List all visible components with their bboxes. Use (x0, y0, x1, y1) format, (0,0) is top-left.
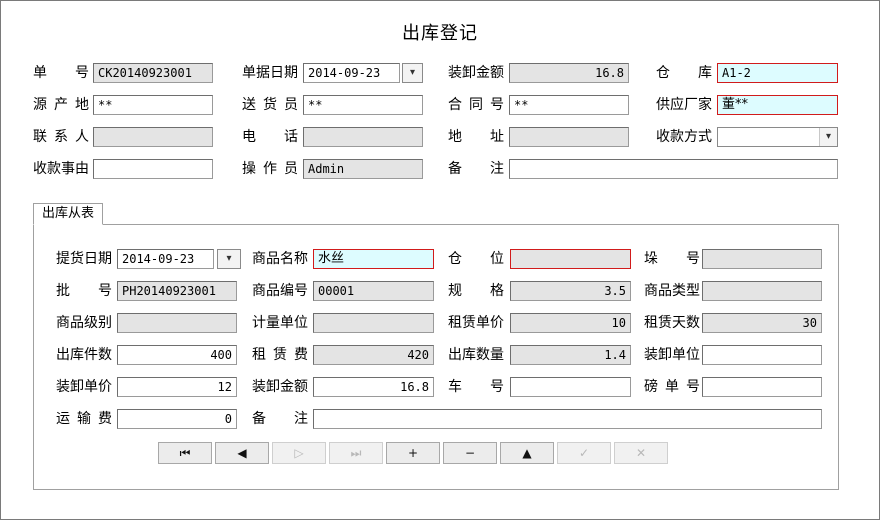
rent-days-label: 租赁天数 (644, 313, 700, 333)
phone-field[interactable] (303, 127, 423, 147)
edit-record-icon: ▲ (522, 446, 531, 460)
rent-fee-field[interactable]: 420 (313, 345, 434, 365)
pickup-date-field[interactable]: 2014-09-23 (117, 249, 214, 269)
chevron-down-icon: ▾ (819, 128, 837, 146)
load-amount-label: 装卸金额 (448, 63, 504, 83)
rent-fee-label: 租赁费 (252, 345, 308, 365)
spec-field[interactable]: 3.5 (510, 281, 631, 301)
deliverer-field[interactable]: ** (303, 95, 423, 115)
product-code-label: 商品编号 (252, 281, 308, 301)
order-no-field[interactable]: CK20140923001 (93, 63, 213, 83)
product-type-field[interactable] (702, 281, 822, 301)
product-grade-field[interactable] (117, 313, 237, 333)
chevron-down-icon: ▾ (218, 250, 240, 268)
pickup-date-label: 提货日期 (56, 249, 112, 269)
prev-record-button[interactable]: ◀ (215, 442, 269, 464)
contract-no-label: 合同号 (448, 95, 504, 115)
product-grade-label: 商品级别 (56, 313, 112, 333)
unit-label: 计量单位 (252, 313, 308, 333)
contact-field[interactable] (93, 127, 213, 147)
product-name-label: 商品名称 (252, 249, 308, 269)
operator-field[interactable]: Admin (303, 159, 423, 179)
location-field[interactable] (510, 249, 631, 269)
rent-price-label: 租赁单价 (448, 313, 504, 333)
first-record-button[interactable]: ⏮ (158, 442, 212, 464)
weigh-no-label: 磅单号 (644, 377, 700, 397)
detail-remark-field[interactable] (313, 409, 822, 429)
form-title: 出库登记 (0, 19, 880, 45)
add-record-button[interactable]: + (386, 442, 440, 464)
add-record-icon: + (408, 446, 418, 460)
location-label: 仓位 (448, 249, 504, 269)
contract-no-field[interactable]: ** (509, 95, 629, 115)
rent-price-field[interactable]: 10 (510, 313, 631, 333)
payment-method-label: 收款方式 (656, 127, 712, 147)
doc-date-dropdown[interactable]: ▾ (402, 63, 423, 83)
out-pieces-label: 出库件数 (56, 345, 112, 365)
stack-no-label: 垛号 (644, 249, 700, 269)
cancel-record-button[interactable]: ✕ (614, 442, 668, 464)
contact-label: 联系人 (33, 127, 89, 147)
stack-no-field[interactable] (702, 249, 822, 269)
remark-label: 备注 (448, 159, 504, 179)
payment-method-select[interactable]: ▾ (717, 127, 838, 147)
load-unit-field[interactable] (702, 345, 822, 365)
origin-field[interactable]: ** (93, 95, 213, 115)
supplier-field[interactable]: 董** (717, 95, 838, 115)
delete-record-icon: − (465, 446, 475, 460)
last-record-button[interactable]: ⏭ (329, 442, 383, 464)
out-qty-field[interactable]: 1.4 (510, 345, 631, 365)
doc-date-label: 单据日期 (242, 63, 298, 83)
weigh-no-field[interactable] (702, 377, 822, 397)
address-field[interactable] (509, 127, 629, 147)
delete-record-button[interactable]: − (443, 442, 497, 464)
warehouse-label: 仓库 (656, 63, 712, 83)
post-record-icon: ✓ (579, 446, 589, 460)
supplier-label: 供应厂家 (656, 95, 712, 115)
doc-date-field[interactable]: 2014-09-23 (303, 63, 400, 83)
detail-load-amount-label: 装卸金额 (252, 377, 308, 397)
product-code-field[interactable]: 00001 (313, 281, 434, 301)
remark-field[interactable] (509, 159, 838, 179)
post-record-button[interactable]: ✓ (557, 442, 611, 464)
address-label: 地址 (448, 127, 504, 147)
product-type-label: 商品类型 (644, 281, 700, 301)
pickup-date-dropdown[interactable]: ▾ (217, 249, 241, 269)
operator-label: 操作员 (242, 159, 298, 179)
load-amount-field[interactable]: 16.8 (509, 63, 629, 83)
product-name-field[interactable]: 水丝 (313, 249, 434, 269)
out-pieces-field[interactable]: 400 (117, 345, 237, 365)
out-qty-label: 出库数量 (448, 345, 504, 365)
payment-reason-label: 收款事由 (33, 159, 89, 179)
batch-no-label: 批号 (56, 281, 112, 301)
deliverer-label: 送货员 (242, 95, 298, 115)
next-record-button[interactable]: ▷ (272, 442, 326, 464)
payment-reason-field[interactable] (93, 159, 213, 179)
last-record-icon: ⏭ (351, 446, 362, 460)
spec-label: 规格 (448, 281, 504, 301)
chevron-down-icon: ▾ (403, 64, 422, 82)
tab-detail[interactable]: 出库从表 (33, 203, 103, 225)
vehicle-no-field[interactable] (510, 377, 631, 397)
detail-remark-label: 备注 (252, 409, 308, 429)
phone-label: 电话 (242, 127, 298, 147)
order-no-label: 单号 (33, 63, 89, 83)
first-record-icon: ⏮ (180, 446, 191, 460)
edit-record-button[interactable]: ▲ (500, 442, 554, 464)
rent-days-field[interactable]: 30 (702, 313, 822, 333)
vehicle-no-label: 车号 (448, 377, 504, 397)
freight-label: 运输费 (56, 409, 112, 429)
unit-field[interactable] (313, 313, 434, 333)
batch-no-field[interactable]: PH20140923001 (117, 281, 237, 301)
load-unit-label: 装卸单位 (644, 345, 700, 365)
origin-label: 源产地 (33, 95, 89, 115)
freight-field[interactable]: 0 (117, 409, 237, 429)
detail-load-amount-field[interactable]: 16.8 (313, 377, 434, 397)
warehouse-field[interactable]: A1-2 (717, 63, 838, 83)
cancel-record-icon: ✕ (636, 446, 646, 460)
prev-record-icon: ◀ (237, 446, 246, 460)
load-price-label: 装卸单价 (56, 377, 112, 397)
load-price-field[interactable]: 12 (117, 377, 237, 397)
next-record-icon: ▷ (294, 446, 303, 460)
